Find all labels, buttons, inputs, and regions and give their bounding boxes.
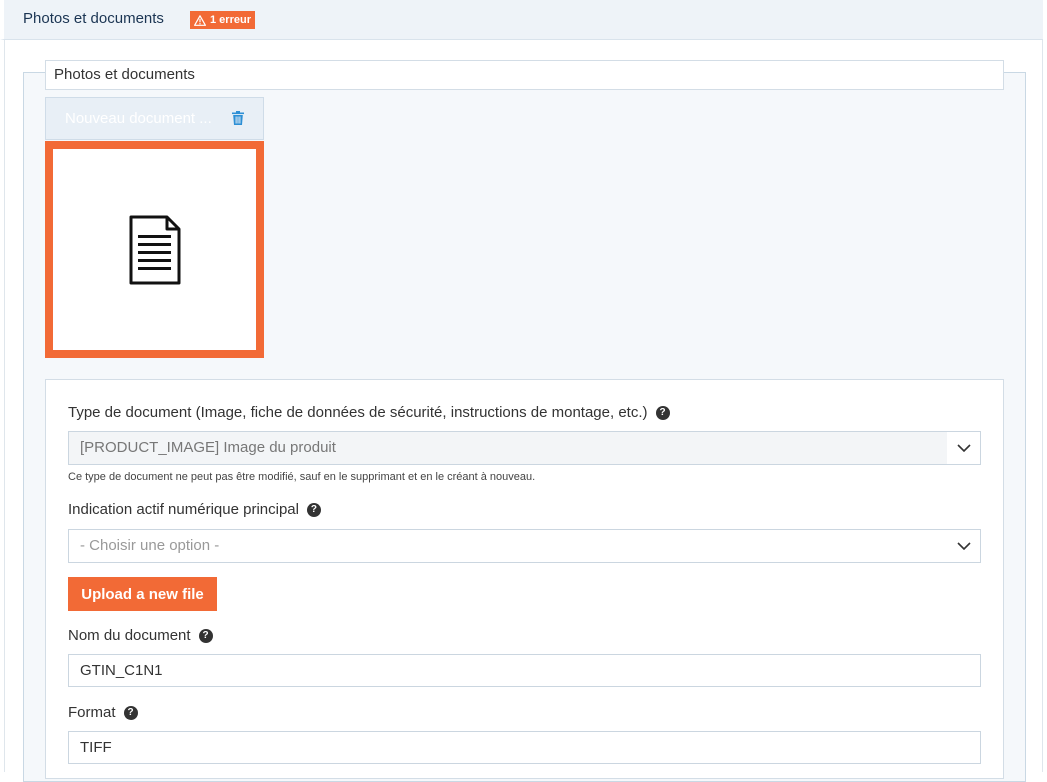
digital-asset-label: Indication actif numérique principal xyxy=(68,501,299,518)
digital-asset-select-value: - Choisir une option - xyxy=(80,537,220,554)
doc-name-label: Nom du document xyxy=(68,627,191,644)
format-field-label: Format ? xyxy=(68,704,138,721)
section-header[interactable]: Photos et documents 1 erreur xyxy=(0,0,1043,40)
fieldset-legend: Photos et documents xyxy=(45,60,1004,90)
format-help-icon[interactable]: ? xyxy=(123,705,138,720)
doc-type-help-text: Ce type de document ne peut pas être mod… xyxy=(68,471,536,483)
doc-name-input[interactable]: GTIN_C1N1 xyxy=(68,654,981,687)
format-input[interactable]: TIFF xyxy=(68,731,981,764)
digital-asset-select[interactable]: - Choisir une option - xyxy=(68,529,981,563)
document-file-icon xyxy=(129,215,181,285)
doc-type-field-label: Type de document (Image, fiche de donnée… xyxy=(68,404,670,421)
trash-icon[interactable] xyxy=(232,111,244,125)
error-badge-label: 1 erreur xyxy=(210,14,251,26)
format-label: Format xyxy=(68,704,116,721)
digital-asset-select-arrow[interactable] xyxy=(947,530,980,562)
warning-icon xyxy=(194,14,206,26)
doc-type-select-value: [PRODUCT_IMAGE] Image du produit xyxy=(80,439,336,456)
document-card-header[interactable]: Nouveau document ... xyxy=(45,97,264,140)
doc-type-select-arrow[interactable] xyxy=(947,432,980,464)
digital-asset-field-label: Indication actif numérique principal ? xyxy=(68,501,321,518)
document-card-title[interactable]: Nouveau document ... xyxy=(65,110,223,127)
chevron-down-icon xyxy=(956,444,971,452)
chevron-down-icon xyxy=(956,542,971,550)
digital-asset-help-icon[interactable]: ? xyxy=(306,502,321,517)
doc-name-help-icon[interactable]: ? xyxy=(198,628,213,643)
delete-document-button[interactable] xyxy=(232,111,246,127)
section-title: Photos et documents xyxy=(23,10,164,27)
error-badge: 1 erreur xyxy=(190,11,255,29)
doc-type-help-icon[interactable]: ? xyxy=(655,405,670,420)
doc-type-label: Type de document (Image, fiche de donnée… xyxy=(68,404,648,421)
document-preview[interactable] xyxy=(45,141,264,358)
doc-type-select[interactable]: [PRODUCT_IMAGE] Image du produit xyxy=(68,431,981,465)
upload-file-button[interactable]: Upload a new file xyxy=(68,577,217,611)
doc-name-field-label: Nom du document ? xyxy=(68,627,213,644)
